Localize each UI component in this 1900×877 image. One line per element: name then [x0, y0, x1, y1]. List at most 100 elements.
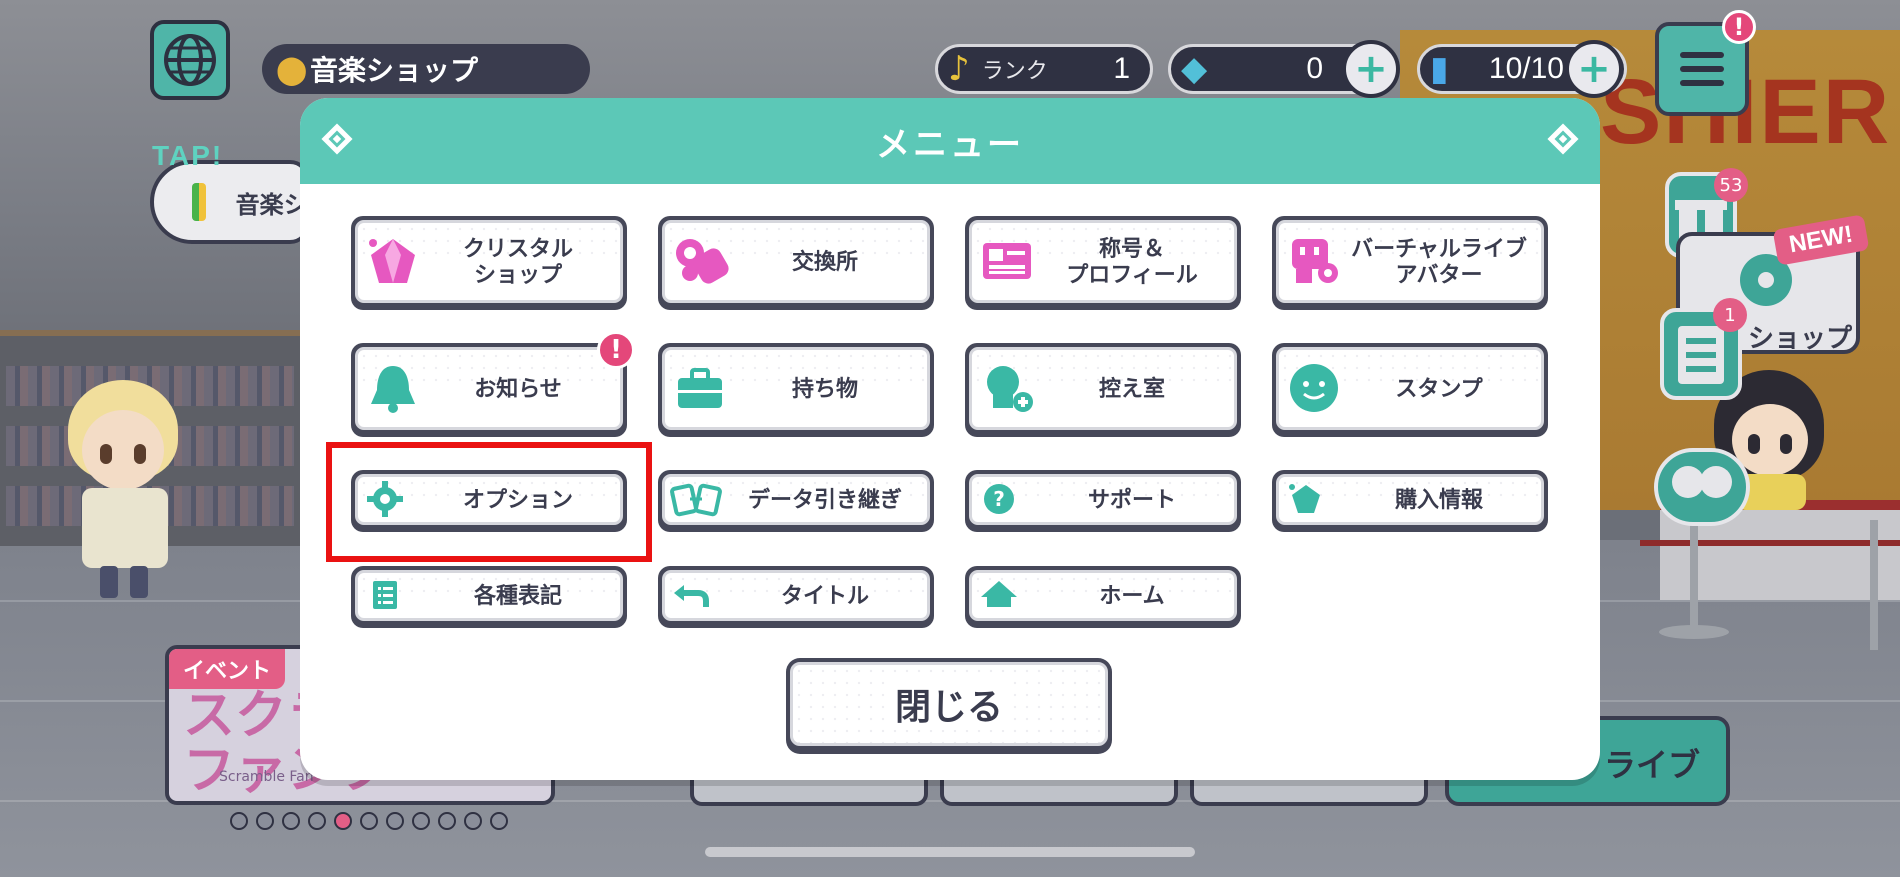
character-blond-boy[interactable] — [60, 380, 180, 600]
menu-alert-badge: ! — [1722, 10, 1756, 44]
queue-pole-base — [1659, 625, 1729, 639]
beginner-leaf-icon — [192, 183, 206, 221]
briefcase-icon — [670, 360, 730, 420]
question-icon: ? — [977, 479, 1021, 523]
page-dot[interactable] — [490, 812, 508, 830]
page-dot[interactable] — [386, 812, 404, 830]
friends-icon — [1672, 466, 1732, 498]
live-label: ライブ — [1603, 746, 1700, 784]
add-stamina-button[interactable]: + — [1565, 40, 1623, 98]
rank-value: 1 — [1113, 52, 1130, 85]
hamburger-icon-bar — [1680, 52, 1724, 58]
close-button[interactable]: 閉じる — [786, 658, 1112, 754]
home-button[interactable]: ホーム — [965, 566, 1241, 628]
page-dot[interactable] — [360, 812, 378, 830]
waiting-room-label: 控え室 — [1098, 376, 1165, 402]
missions-count-badge: 1 — [1713, 298, 1747, 332]
location-pin-icon: ⬤ — [276, 52, 308, 86]
document-list-icon — [363, 575, 407, 619]
gear-icon — [363, 479, 407, 523]
page-dot[interactable] — [230, 812, 248, 830]
event-page-dots[interactable] — [230, 812, 508, 830]
exchange-button[interactable]: 交換所 — [658, 216, 934, 310]
avatar-settings-icon — [1284, 233, 1344, 293]
option-label: オプション — [462, 487, 573, 513]
notice-alert-badge: ! — [597, 331, 635, 369]
page-dot[interactable] — [334, 812, 352, 830]
home-label: ホーム — [1099, 583, 1165, 609]
notice-button[interactable]: お知らせ ! — [351, 331, 635, 437]
title-profile-button[interactable]: 称号＆ プロフィール — [965, 216, 1241, 310]
page-dot[interactable] — [308, 812, 326, 830]
crystal-shop-button[interactable]: クリスタル ショップ — [351, 216, 627, 310]
add-gems-button[interactable]: + — [1342, 40, 1400, 98]
title-screen-label: タイトル — [780, 583, 869, 609]
ticket-exchange-icon — [670, 233, 730, 293]
home-icon — [977, 575, 1021, 619]
purchase-info-label: 購入情報 — [1394, 487, 1483, 513]
purchase-info-button[interactable]: 購入情報 — [1272, 470, 1548, 532]
support-button[interactable]: ? サポート — [965, 470, 1241, 532]
stamina-value: 10/10 — [1488, 52, 1564, 85]
crystal-small-icon — [1284, 479, 1328, 523]
world-map-button[interactable] — [150, 20, 230, 100]
data-transfer-label: データ引き継ぎ — [747, 487, 902, 513]
title-profile-label: 称号＆ プロフィール — [1066, 236, 1198, 288]
profile-card-icon — [977, 233, 1037, 293]
queue-pole — [1690, 520, 1698, 630]
stamp-button[interactable]: スタンプ — [1272, 343, 1548, 437]
crystal-icon — [363, 233, 423, 293]
bell-icon — [363, 360, 423, 420]
gem-icon: ◆ — [1181, 49, 1208, 89]
gift-count-badge: 53 — [1714, 168, 1748, 202]
rank-label: ランク — [981, 59, 1048, 84]
friends-button[interactable] — [1654, 448, 1750, 526]
globe-icon — [164, 34, 216, 86]
notice-label: お知らせ — [474, 376, 562, 402]
tap-badge: TAP! — [152, 140, 224, 171]
legal-notices-label: 各種表記 — [473, 583, 562, 609]
items-button[interactable]: 持ち物 — [658, 343, 934, 437]
location-name: 音楽ショップ — [310, 54, 479, 87]
menu-modal: メニュー クリスタル ショップ 交換所 称号＆ プロフィール バーチャルライブ … — [300, 98, 1600, 780]
title-screen-button[interactable]: タイトル — [658, 566, 934, 628]
event-subtitle: Scramble Fan — [219, 769, 314, 785]
return-arrow-icon — [670, 575, 714, 619]
data-transfer-button[interactable]: データ引き継ぎ — [658, 470, 934, 532]
waiting-room-button[interactable]: 控え室 — [965, 343, 1241, 437]
transfer-devices-icon — [670, 479, 722, 523]
legal-notices-button[interactable]: 各種表記 — [351, 566, 627, 628]
stamp-label: スタンプ — [1395, 376, 1483, 402]
page-dot[interactable] — [256, 812, 274, 830]
mission-label: 音楽シ — [235, 190, 306, 219]
svg-text:?: ? — [993, 487, 1005, 511]
menu-modal-title: メニュー — [876, 124, 1024, 165]
diamond-ornament-icon — [1547, 123, 1579, 155]
virtual-live-avatar-label: バーチャルライブ アバター — [1351, 236, 1527, 288]
virtual-live-avatar-button[interactable]: バーチャルライブ アバター — [1272, 216, 1548, 310]
shop-shortcut-label: ショップ — [1748, 324, 1853, 354]
stamina-card-icon: ▮ — [1430, 49, 1449, 89]
support-label: サポート — [1087, 487, 1176, 513]
event-tag: イベント — [169, 649, 286, 689]
page-dot[interactable] — [282, 812, 300, 830]
page-dot[interactable] — [412, 812, 430, 830]
gem-value: 0 — [1306, 52, 1323, 85]
items-label: 持ち物 — [791, 376, 858, 402]
music-note-icon: ♪ — [948, 49, 970, 89]
page-dot[interactable] — [438, 812, 456, 830]
exchange-label: 交換所 — [791, 249, 858, 275]
crystal-shop-label: クリスタル ショップ — [462, 236, 573, 288]
menu-modal-header: メニュー — [300, 98, 1600, 184]
option-button[interactable]: オプション — [351, 470, 627, 532]
headset-person-icon — [977, 360, 1037, 420]
diamond-ornament-icon — [321, 123, 353, 155]
page-dot[interactable] — [464, 812, 482, 830]
home-indicator[interactable] — [705, 847, 1195, 857]
location-label: ⬤ 音楽ショップ — [262, 44, 590, 94]
smiley-icon — [1284, 360, 1344, 420]
queue-pole — [1870, 520, 1878, 650]
close-label: 閉じる — [884, 678, 1013, 730]
rank-display: ♪ ランク 1 — [935, 44, 1153, 94]
queue-rope — [1640, 540, 1900, 546]
